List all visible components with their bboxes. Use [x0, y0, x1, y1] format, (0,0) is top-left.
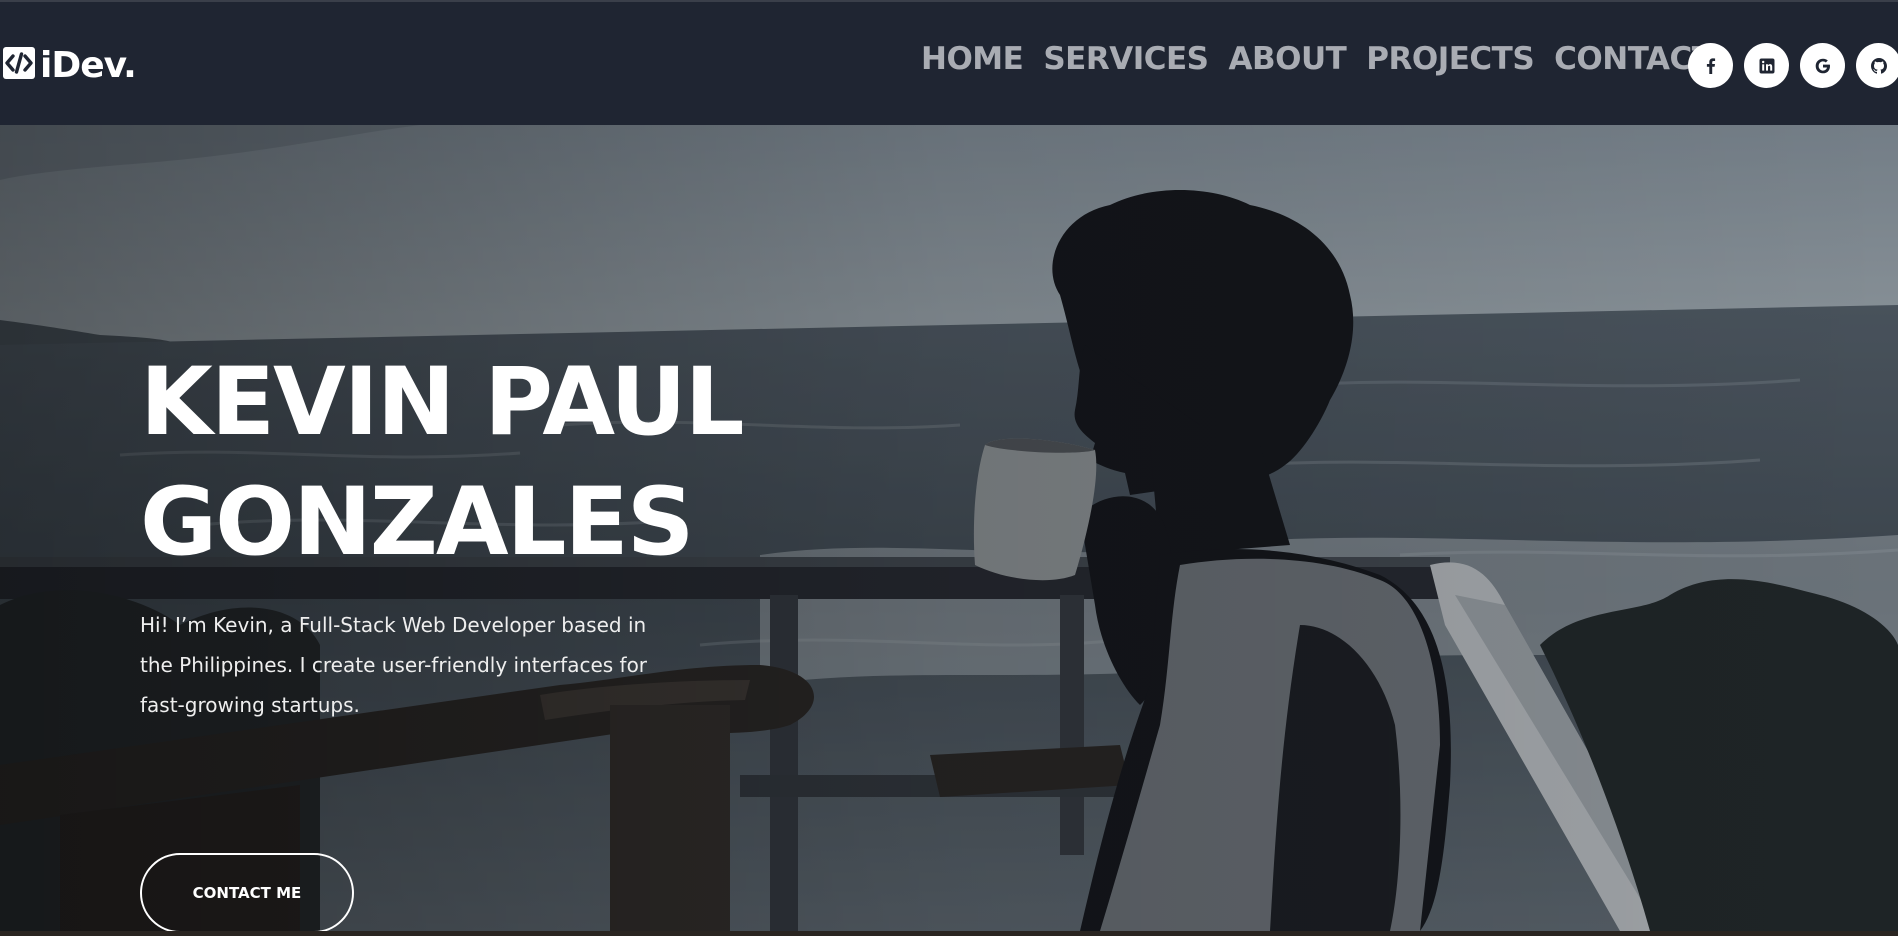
linkedin-icon — [1759, 58, 1774, 73]
page-bottom-edge — [0, 931, 1898, 936]
site-header: iDev. HOME SERVICES ABOUT PROJECTS CONTA… — [0, 0, 1898, 125]
nav-services[interactable]: SERVICES — [1043, 44, 1209, 75]
facebook-icon — [1706, 57, 1715, 74]
linkedin-button[interactable] — [1744, 43, 1789, 88]
social-links — [1688, 43, 1898, 88]
hero-title: KEVIN PAUL GONZALES — [140, 343, 760, 583]
nav-home[interactable]: HOME — [921, 44, 1024, 75]
nav-about[interactable]: ABOUT — [1228, 44, 1346, 75]
github-icon — [1870, 57, 1887, 74]
hero-content: KEVIN PAUL GONZALES Hi! I’m Kevin, a Ful… — [140, 343, 760, 931]
facebook-button[interactable] — [1688, 43, 1733, 88]
main-nav: HOME SERVICES ABOUT PROJECTS CONTACT — [921, 44, 1713, 75]
hero-bio: Hi! I’m Kevin, a Full-Stack Web Develope… — [140, 613, 648, 717]
site-logo[interactable]: iDev. — [2, 42, 137, 86]
hero-title-line-1: KEVIN PAUL — [140, 348, 745, 457]
code-icon — [3, 47, 35, 79]
page: iDev. HOME SERVICES ABOUT PROJECTS CONTA… — [0, 0, 1898, 936]
hero-title-line-2: GONZALES — [140, 468, 694, 577]
logo-text: iDev. — [40, 45, 137, 86]
github-button[interactable] — [1856, 43, 1898, 88]
hero-section: KEVIN PAUL GONZALES Hi! I’m Kevin, a Ful… — [0, 125, 1898, 931]
google-icon — [1815, 58, 1830, 73]
google-button[interactable] — [1800, 43, 1845, 88]
contact-me-button[interactable]: CONTACT ME — [140, 853, 354, 931]
nav-projects[interactable]: PROJECTS — [1366, 44, 1534, 75]
